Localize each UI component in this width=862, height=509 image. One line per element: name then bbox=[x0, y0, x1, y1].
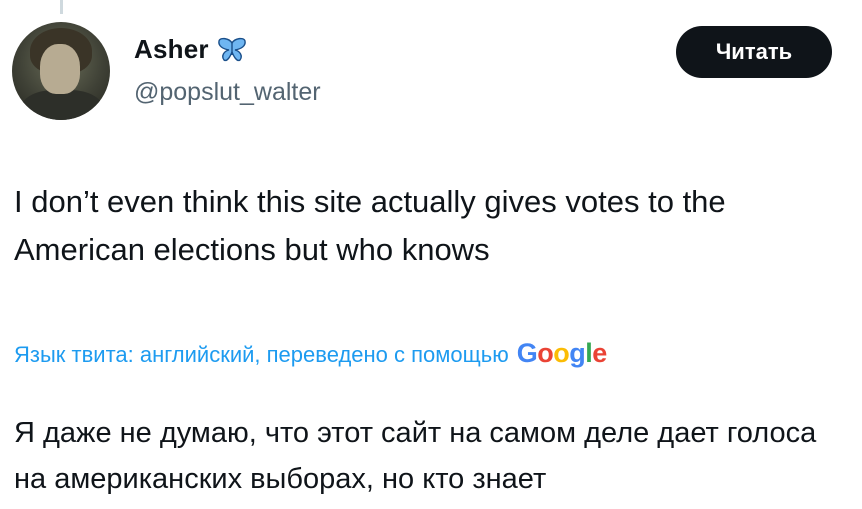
translation-note-label: Язык твита: английский, переведено с пом… bbox=[14, 342, 509, 367]
thread-connector-line bbox=[60, 0, 63, 14]
author-handle[interactable]: @popslut_walter bbox=[134, 78, 321, 107]
butterfly-icon bbox=[217, 37, 247, 63]
follow-button[interactable]: Читать bbox=[676, 26, 832, 78]
author-name[interactable]: Asher bbox=[134, 34, 209, 65]
translated-tweet-text: Я даже не думаю, что этот сайт на самом … bbox=[14, 417, 817, 495]
avatar[interactable] bbox=[12, 22, 110, 120]
author-name-row: Asher bbox=[134, 34, 247, 65]
google-logo: Google bbox=[516, 338, 608, 368]
translation-note[interactable]: Язык твита: английский, переведено с пом… bbox=[14, 338, 607, 369]
tweet-text: I don’t even think this site actually gi… bbox=[14, 184, 726, 267]
